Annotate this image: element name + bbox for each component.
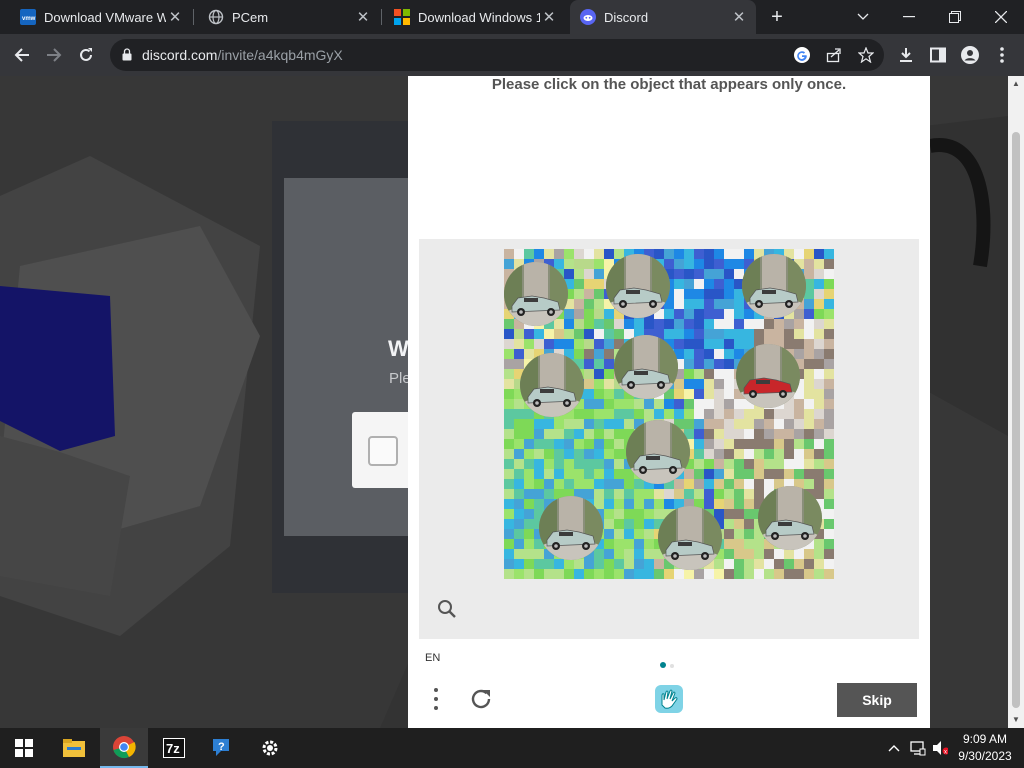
window-close-button[interactable] xyxy=(978,0,1024,34)
new-tab-button[interactable]: + xyxy=(766,6,788,28)
page-dot xyxy=(670,664,674,668)
close-icon[interactable]: ✕ xyxy=(730,8,748,26)
vmware-favicon: vmw xyxy=(20,9,36,25)
tab-title: Download Windows 11 xyxy=(418,9,540,25)
tab-title: Download VMware Wo xyxy=(44,9,166,25)
share-icon[interactable] xyxy=(824,45,844,65)
captcha-challenge-panel: Please click on the object that appears … xyxy=(408,76,930,728)
captcha-tile-silver-car[interactable] xyxy=(758,486,822,550)
forward-button[interactable] xyxy=(40,41,68,69)
start-button[interactable] xyxy=(0,728,48,768)
url-text[interactable]: discord.com/invite/a4kqb4mGyX xyxy=(142,47,343,63)
captcha-tile-silver-car[interactable] xyxy=(614,335,678,399)
tab-separator xyxy=(381,9,382,25)
tab-title: PCem xyxy=(232,9,269,25)
tab-separator xyxy=(193,9,194,25)
invite-heading: W xyxy=(388,336,409,361)
page-dot-active xyxy=(660,662,666,668)
tab-discord[interactable]: Discord ✕ xyxy=(570,0,756,34)
challenge-prompt: Please click on the object that appears … xyxy=(491,76,847,93)
zoom-icon[interactable] xyxy=(436,598,458,620)
tray-chevron-up-icon[interactable] xyxy=(886,740,902,756)
scroll-up-arrow-icon[interactable]: ▲ xyxy=(1012,80,1020,88)
clock-date: 9/30/2023 xyxy=(958,749,1012,763)
url-path: /invite/a4kqb4mGyX xyxy=(217,47,343,63)
refresh-icon[interactable] xyxy=(466,684,496,714)
captcha-tile-silver-car[interactable] xyxy=(504,262,568,326)
hcaptcha-logo-icon[interactable] xyxy=(652,682,686,716)
lock-icon[interactable] xyxy=(122,48,132,66)
captcha-tile-silver-car[interactable] xyxy=(658,506,722,570)
captcha-tile-silver-car[interactable] xyxy=(742,254,806,318)
back-button[interactable] xyxy=(8,41,36,69)
captcha-tile-silver-car[interactable] xyxy=(606,254,670,318)
url-host: discord.com xyxy=(142,47,218,63)
tab-windows11[interactable]: Download Windows 11 ✕ xyxy=(384,0,566,34)
language-selector[interactable]: EN xyxy=(425,652,440,664)
tab-title: Discord xyxy=(604,9,649,25)
page-indicator xyxy=(660,655,678,673)
bookmark-star-icon[interactable] xyxy=(856,45,876,65)
tab-vmware[interactable]: vmw Download VMware Wo ✕ xyxy=(10,0,192,34)
svg-text:vmw: vmw xyxy=(22,16,36,22)
tab-strip: vmw Download VMware Wo ✕ PCem ✕ Download… xyxy=(0,0,1024,34)
profile-avatar-icon[interactable] xyxy=(958,43,982,67)
tab-pcem[interactable]: PCem ✕ xyxy=(198,0,380,34)
system-clock[interactable]: 9:09 AM 9/30/2023 xyxy=(952,731,1018,765)
clock-time: 9:09 AM xyxy=(962,732,1008,746)
captcha-checkbox[interactable] xyxy=(368,436,398,466)
windows-taskbar: 7z ? x 9:09 AM 9/30/2023 xyxy=(0,728,1024,768)
close-icon[interactable]: ✕ xyxy=(354,8,372,26)
browser-toolbar: discord.com/invite/a4kqb4mGyX xyxy=(0,34,1024,76)
close-icon[interactable]: ✕ xyxy=(166,8,184,26)
skip-button[interactable]: Skip xyxy=(837,683,917,717)
address-bar[interactable]: discord.com/invite/a4kqb4mGyX xyxy=(110,39,884,71)
page-scrollbar[interactable]: ▲ ▼ xyxy=(1008,76,1024,728)
download-icon[interactable] xyxy=(894,43,918,67)
close-icon[interactable]: ✕ xyxy=(540,8,558,26)
settings-gear-icon[interactable] xyxy=(246,728,294,768)
tab-search-chevron-icon[interactable] xyxy=(840,0,886,34)
discord-favicon xyxy=(580,9,596,25)
7zip-icon[interactable]: 7z xyxy=(150,728,198,768)
google-icon[interactable] xyxy=(792,45,812,65)
network-icon[interactable] xyxy=(910,740,926,756)
chrome-icon[interactable] xyxy=(100,728,148,768)
captcha-tile-silver-car[interactable] xyxy=(626,420,690,484)
minimize-button[interactable] xyxy=(886,0,932,34)
scrollbar-thumb[interactable] xyxy=(1012,132,1020,708)
captcha-tile-silver-car[interactable] xyxy=(539,496,603,560)
restore-button[interactable] xyxy=(932,0,978,34)
side-panel-icon[interactable] xyxy=(926,43,950,67)
menu-dots-icon[interactable] xyxy=(428,686,444,712)
globe-icon xyxy=(208,9,224,25)
file-explorer-icon[interactable] xyxy=(50,728,98,768)
svg-text:?: ? xyxy=(218,741,225,753)
more-menu-icon[interactable] xyxy=(990,43,1014,67)
scroll-down-arrow-icon[interactable]: ▼ xyxy=(1012,716,1020,724)
reload-button[interactable] xyxy=(72,41,100,69)
captcha-tile-silver-car[interactable] xyxy=(520,353,584,417)
get-help-icon[interactable]: ? xyxy=(198,728,246,768)
captcha-tile-red-car[interactable] xyxy=(736,344,800,408)
volume-muted-icon[interactable]: x xyxy=(932,740,948,756)
svg-text:7z: 7z xyxy=(166,741,180,756)
svg-text:x: x xyxy=(944,750,947,756)
windows-favicon xyxy=(394,9,410,25)
